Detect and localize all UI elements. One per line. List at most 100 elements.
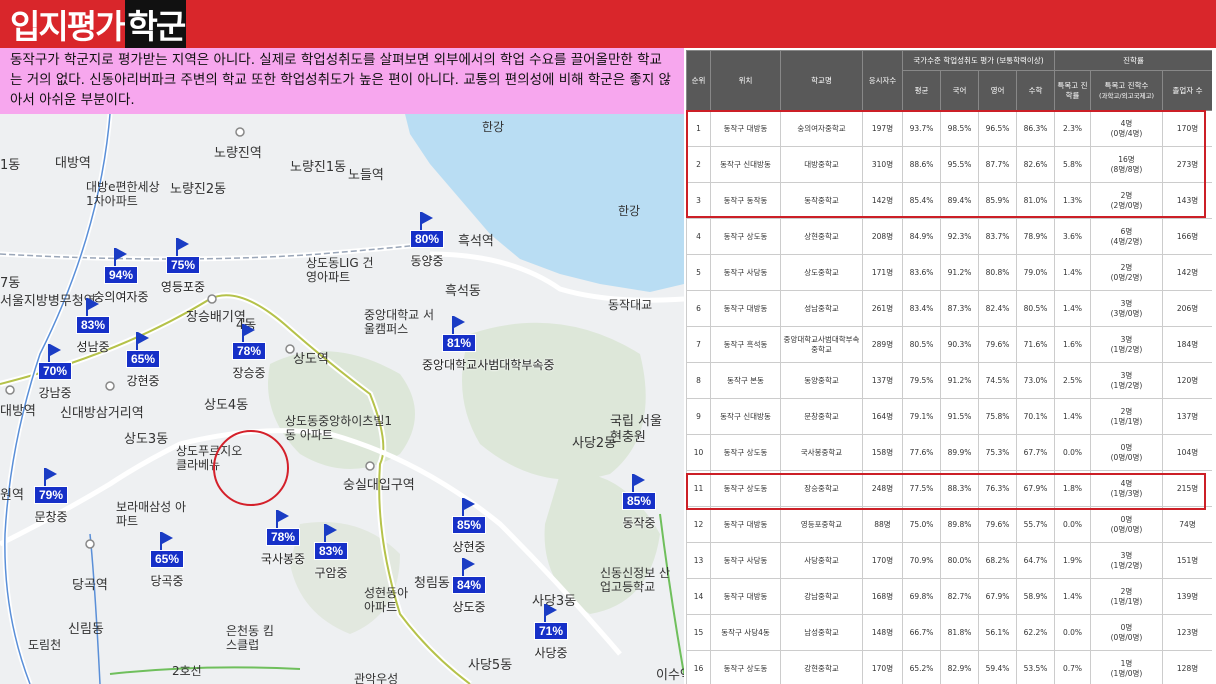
header-achievement: 국가수준 학업성취도 평가 (보통학력이상) xyxy=(902,50,1055,71)
cell-math: 62.2% xyxy=(1016,614,1055,651)
cell-count-sub: (0명/0명) xyxy=(1110,632,1143,642)
school-marker[interactable]: 80% 동양중 xyxy=(390,212,464,272)
highlight-circle xyxy=(213,430,289,506)
school-marker[interactable]: 83% 구암중 xyxy=(294,524,368,584)
cell-school: 중앙대학교사범대학부속중학교 xyxy=(780,326,863,363)
place-label: 국립 서울현충원 xyxy=(610,414,662,445)
cell-rate: 0.7% xyxy=(1054,650,1091,684)
table-row: 15 동작구 사당4동 남성중학교 148명 66.7% 81.8% 56.1% 62.2% 0… xyxy=(686,614,1212,651)
cell-grad: 137명 xyxy=(1161,398,1212,435)
cell-math: 67.7% xyxy=(1016,434,1055,471)
cell-avg: 66.7% xyxy=(902,614,941,651)
marker-school-name: 동작중 xyxy=(622,516,656,530)
cell-count-sub: (1명/2명) xyxy=(1110,344,1143,354)
place-label: 당곡역 xyxy=(72,578,108,593)
cell-loc: 동작구 대방동 xyxy=(710,290,781,327)
cell-school: 남성중학교 xyxy=(780,614,863,651)
school-marker[interactable]: 84% 상도중 xyxy=(432,558,506,618)
cell-count: 0명 (0명/0명) xyxy=(1090,506,1163,543)
cell-kor: 91.5% xyxy=(940,398,979,435)
flag-icon xyxy=(160,532,173,554)
title-part1: 입지평가 xyxy=(10,7,125,46)
flag-icon xyxy=(136,332,149,354)
marker-school-name: 구암중 xyxy=(314,566,348,580)
place-label: 신림동 xyxy=(68,622,104,637)
cell-rate: 1.4% xyxy=(1054,254,1091,291)
cell-count-sub: (4명/2명) xyxy=(1110,236,1143,246)
cell-exam: 158명 xyxy=(862,434,903,471)
marker-percent: 80% xyxy=(410,230,445,248)
marker-school-name: 장승중 xyxy=(232,366,266,380)
header-special-count-label: 특목고 진학수 xyxy=(1104,80,1149,90)
cell-kor: 80.0% xyxy=(940,542,979,579)
school-marker[interactable]: 65% 강현중 xyxy=(106,332,180,392)
header-graduates: 졸업자 수 xyxy=(1161,70,1212,111)
cell-rank: 14 xyxy=(686,578,711,615)
header-location: 위치 xyxy=(710,50,781,111)
cell-loc: 동작구 사당동 xyxy=(710,254,781,291)
marker-percent: 71% xyxy=(534,622,569,640)
marker-percent: 65% xyxy=(126,350,161,368)
cell-rate: 0.0% xyxy=(1054,506,1091,543)
flag-icon xyxy=(176,238,189,260)
cell-avg: 83.4% xyxy=(902,290,941,327)
cell-math: 64.7% xyxy=(1016,542,1055,579)
school-marker[interactable]: 75% 영등포중 xyxy=(146,238,220,298)
marker-school-name: 문창중 xyxy=(34,510,68,524)
cell-count-value: 2명 xyxy=(1120,586,1133,596)
marker-percent: 81% xyxy=(442,334,477,352)
cell-rate: 2.5% xyxy=(1054,362,1091,399)
cell-count-value: 3명 xyxy=(1120,550,1133,560)
school-marker[interactable]: 79% 문창중 xyxy=(14,468,88,528)
place-label: 은천동 킴스클럽 xyxy=(226,624,274,652)
cell-loc: 동작구 본동 xyxy=(710,362,781,399)
cell-count-value: 2명 xyxy=(1120,262,1133,272)
place-label: 이수역 xyxy=(656,668,684,683)
cell-rate: 0.0% xyxy=(1054,434,1091,471)
marker-school-name: 강현중 xyxy=(126,374,160,388)
place-label: 대방e편한세상 1차아파트 xyxy=(86,180,160,208)
cell-count-sub: (3명/0명) xyxy=(1110,308,1143,318)
cell-avg: 77.6% xyxy=(902,434,941,471)
cell-loc: 동작구 대방동 xyxy=(710,506,781,543)
cell-avg: 79.1% xyxy=(902,398,941,435)
cell-loc: 동작구 신대방동 xyxy=(710,398,781,435)
title-part2: 학군 xyxy=(125,0,187,48)
school-marker[interactable]: 85% 상현중 xyxy=(432,498,506,558)
cell-count-value: 3명 xyxy=(1120,334,1133,344)
table-row: 16 동작구 상도동 강현중학교 170명 65.2% 82.9% 59.4% 53.5% 0.… xyxy=(686,650,1212,684)
cell-avg: 84.9% xyxy=(902,218,941,255)
school-marker[interactable]: 81% 중앙대학교사범대학부속중 xyxy=(422,316,582,376)
place-label: 상도4동 xyxy=(204,398,249,413)
school-marker[interactable]: 78% 장승중 xyxy=(212,324,286,384)
cell-loc: 동작구 대방동 xyxy=(710,578,781,615)
cell-count: 3명 (1명/2명) xyxy=(1090,362,1163,399)
place-label: 사당2동 xyxy=(572,436,617,451)
cell-count-value: 0명 xyxy=(1120,442,1133,452)
table-row: 13 동작구 사당동 사당중학교 170명 70.9% 80.0% 68.2% 64.7% 1.… xyxy=(686,542,1212,579)
highlight-box-row11 xyxy=(686,473,1206,510)
school-marker[interactable]: 70% 강남중 xyxy=(18,344,92,404)
marker-school-name: 영등포중 xyxy=(160,280,206,294)
cell-kor: 90.3% xyxy=(940,326,979,363)
place-label: 노량진역 xyxy=(214,146,262,161)
cell-school: 상현중학교 xyxy=(780,218,863,255)
school-marker[interactable]: 65% 당곡중 xyxy=(130,532,204,592)
header-school: 학교명 xyxy=(780,50,863,111)
cell-rank: 6 xyxy=(686,290,711,327)
place-label: 관악우성 xyxy=(354,672,399,684)
marker-percent: 79% xyxy=(34,486,69,504)
cell-count-value: 2명 xyxy=(1120,406,1133,416)
school-marker[interactable]: 71% 사당중 xyxy=(514,604,588,664)
flag-icon xyxy=(276,510,289,532)
table-row: 4 동작구 상도동 상현중학교 208명 84.9% 92.3% 83.7% 78.9% 3.6… xyxy=(686,218,1212,255)
flag-icon xyxy=(462,498,475,520)
school-marker[interactable]: 85% 동작중 xyxy=(602,474,676,534)
place-label: 노량진1동 xyxy=(290,160,347,175)
cell-count-sub: (0명/2명) xyxy=(1110,272,1143,282)
cell-eng: 56.1% xyxy=(978,614,1017,651)
cell-rate: 3.6% xyxy=(1054,218,1091,255)
header-special-sub: (과학고/외고국제고) xyxy=(1098,91,1155,100)
cell-count-sub: (1명/1명) xyxy=(1110,416,1143,426)
marker-school-name: 동양중 xyxy=(410,254,444,268)
